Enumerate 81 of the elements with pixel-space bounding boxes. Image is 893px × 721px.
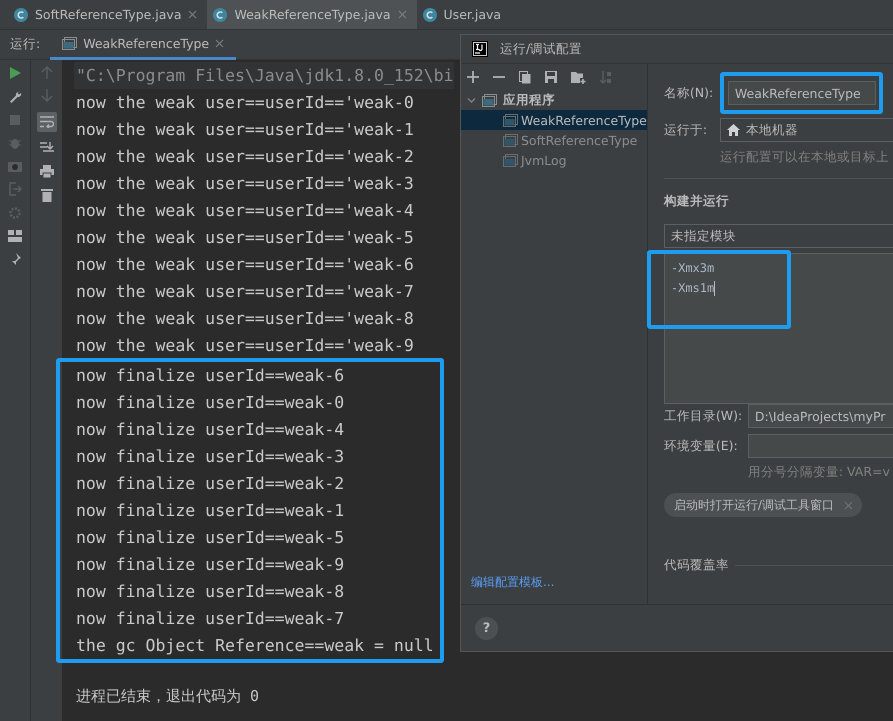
window-icon [62,36,78,50]
chevron-icon[interactable] [467,96,476,104]
copy-icon[interactable] [519,70,531,84]
edit-templates-link[interactable]: 编辑配置模板... [461,574,647,604]
tree-item[interactable]: JvmLog [461,150,647,170]
section-heading: 代码覆盖率 [664,557,729,574]
soft-wrap-button[interactable] [36,112,56,132]
console-line: now finalize userId==weak-6 [76,365,344,387]
console-line: now the weak user==userId=='weak-9 [76,335,414,357]
window-icon [503,114,518,126]
close-icon[interactable] [844,500,853,510]
close-icon[interactable] [188,10,198,19]
gear-icon[interactable] [8,206,22,220]
console-line: now the weak user==userId=='weak-6 [76,254,414,276]
console-line: now finalize userId==weak-8 [76,581,344,603]
console-line: now the weak user==userId=='weak-5 [76,227,414,249]
window-icon [482,94,497,106]
console-line: now finalize userId==weak-2 [76,473,344,495]
console-line: now the weak user==userId=='weak-4 [76,200,414,222]
working-directory-field[interactable]: D:\IdeaProjects\myPr [748,404,893,428]
console-line: the gc Object Reference==weak = null [76,635,434,657]
working-directory-label: 工作目录(W): [664,408,744,424]
layout-icon[interactable] [8,230,22,242]
console-line: now finalize userId==weak-7 [76,608,344,630]
option-chip[interactable]: 启动时打开运行/调试工具窗口 [664,493,862,517]
environment-label: 环境变量(E): [664,438,739,454]
console-line: now the weak user==userId=='weak-1 [76,119,414,141]
window-icon [503,154,518,166]
trash-icon[interactable] [40,188,52,202]
module-dropdown[interactable]: 未指定模块 [664,224,893,248]
class-icon [14,8,28,22]
printer-icon[interactable] [40,165,54,178]
up-arrow-icon[interactable] [40,66,52,79]
console-line: now the weak user==userId=='weak-2 [76,146,414,168]
close-icon[interactable] [215,38,224,48]
console-line: now finalize userId==weak-4 [76,419,344,441]
class-icon [213,8,228,22]
tree-node[interactable]: 应用程序 [461,90,647,110]
name-label: 名称(N): [664,84,714,102]
run-on-hint: 运行配置可以在本地或目标上 [720,149,890,166]
name-field[interactable]: WeakReferenceType [728,81,876,105]
run-on-dropdown[interactable]: 本地机器 [720,118,893,142]
console-line: now finalize userId==weak-1 [76,500,344,522]
console-line: now finalize userId==weak-3 [76,446,344,468]
help-button[interactable]: ? [475,616,498,640]
run-on-label: 运行于: [664,122,708,138]
tree-item[interactable]: SoftReferenceType [461,130,647,150]
sort-icon[interactable] [600,70,612,84]
dialog-title: 运行/调试配置 [500,40,582,58]
console-line: now finalize userId==weak-9 [76,554,344,576]
class-icon [422,8,437,22]
section-heading: 构建并运行 [664,193,730,210]
console-line: now the weak user==userId=='weak-8 [76,308,414,330]
environment-hint: 用分号分隔变量: VAR=v [748,464,891,481]
exit-message: 进程已结束，退出代码为 0 [76,687,260,706]
editor-tab[interactable]: SoftReferenceType.java [8,0,208,29]
run-icon[interactable] [8,66,22,80]
bug-icon[interactable] [8,136,22,150]
close-icon[interactable] [398,10,407,19]
add-icon[interactable] [467,71,479,83]
new-folder-icon[interactable] [571,70,586,84]
environment-field[interactable] [748,434,893,458]
vm-options-field[interactable]: -Xmx3m -Xms1m [664,253,893,404]
home-icon [726,124,740,136]
console-line: now the weak user==userId=='weak-7 [76,281,414,303]
exit-icon[interactable] [8,182,22,196]
editor-tab[interactable]: User.java [416,0,512,29]
stop-icon[interactable] [9,114,21,126]
app-logo-icon [472,41,488,57]
console-line: now the weak user==userId=='weak-3 [76,173,414,195]
down-arrow-icon[interactable] [40,89,52,102]
window-icon [503,134,518,146]
console-line: now finalize userId==weak-5 [76,527,344,549]
save-icon[interactable] [545,71,557,83]
console-line: now finalize userId==weak-0 [76,392,344,414]
tree-item[interactable]: WeakReferenceType [461,110,647,130]
run-label: 运行: [9,36,42,53]
camera-icon[interactable] [8,160,22,172]
wrench-icon[interactable] [8,90,22,104]
console-line: now the weak user==userId=='weak-0 [76,92,414,114]
editor-tab[interactable]: WeakReferenceType.java [207,0,417,29]
